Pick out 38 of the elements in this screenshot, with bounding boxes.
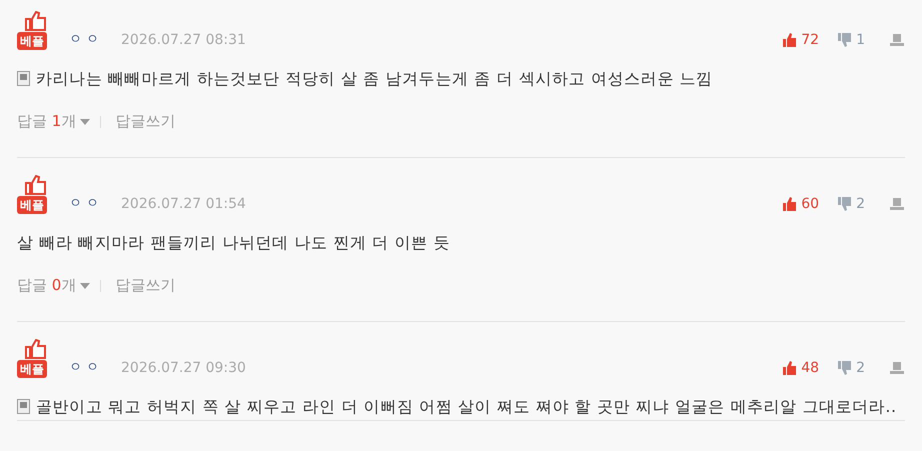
- report-icon[interactable]: [889, 197, 905, 211]
- thumbs-up-icon: [25, 11, 47, 31]
- thumbs-down-icon: [837, 32, 852, 48]
- caret-icon: [80, 118, 90, 124]
- comment-text: 골반이고 뭐고 허벅지 쪽 살 찌우고 라인 더 이뻐짐 어쩜 살이 쪄도 쪄야 할 곳만 찌냐 얼굴은 메추리알 그대로더라..: [17, 394, 905, 420]
- reply-count-button[interactable]: 답글 0개: [17, 276, 90, 295]
- comment-text: 카리나는 빼빼마르게 하는것보단 적당히 살 좀 남겨두는게 좀 더 섹시하고 여성스러운 느낌: [17, 66, 905, 92]
- author-name[interactable]: ㅇㅇ: [69, 194, 103, 214]
- document-icon: [17, 71, 30, 86]
- best-badge: 베플: [17, 196, 47, 214]
- dislike-button[interactable]: 2: [837, 360, 865, 376]
- thumbs-up-icon: [782, 360, 798, 376]
- document-icon: [17, 399, 30, 414]
- report-icon[interactable]: [889, 361, 905, 375]
- caret-icon: [80, 282, 90, 288]
- author-name[interactable]: ㅇㅇ: [69, 358, 103, 378]
- thumbs-down-icon: [837, 196, 852, 212]
- thumbs-up-icon: [25, 175, 47, 195]
- dislike-button[interactable]: 2: [837, 196, 865, 212]
- thumbs-up-icon: [782, 32, 798, 48]
- comment-date: 2026.07.27 08:31: [121, 31, 246, 50]
- reply-count-button[interactable]: 답글 1개: [17, 112, 90, 131]
- thumbs-up-icon: [782, 196, 798, 212]
- author-name[interactable]: ㅇㅇ: [69, 30, 103, 50]
- comment-date: 2026.07.27 01:54: [121, 195, 246, 214]
- thumbs-down-icon: [837, 360, 852, 376]
- comment-date: 2026.07.27 09:30: [121, 359, 246, 378]
- dislike-button[interactable]: 1: [837, 32, 865, 48]
- like-button[interactable]: 60: [782, 196, 820, 212]
- best-badge: 베플: [17, 32, 47, 50]
- report-icon[interactable]: [889, 33, 905, 47]
- best-badge: 베플: [17, 360, 47, 378]
- thumbs-up-icon: [25, 339, 47, 359]
- comment-text: 살 빼라 빼지마라 팬들끼리 나뉘던데 나도 찐게 더 이쁜 듯: [17, 232, 451, 254]
- write-reply-link[interactable]: 답글쓰기: [115, 112, 176, 131]
- like-button[interactable]: 72: [782, 32, 820, 48]
- write-reply-link[interactable]: 답글쓰기: [115, 276, 176, 295]
- like-button[interactable]: 48: [782, 360, 820, 376]
